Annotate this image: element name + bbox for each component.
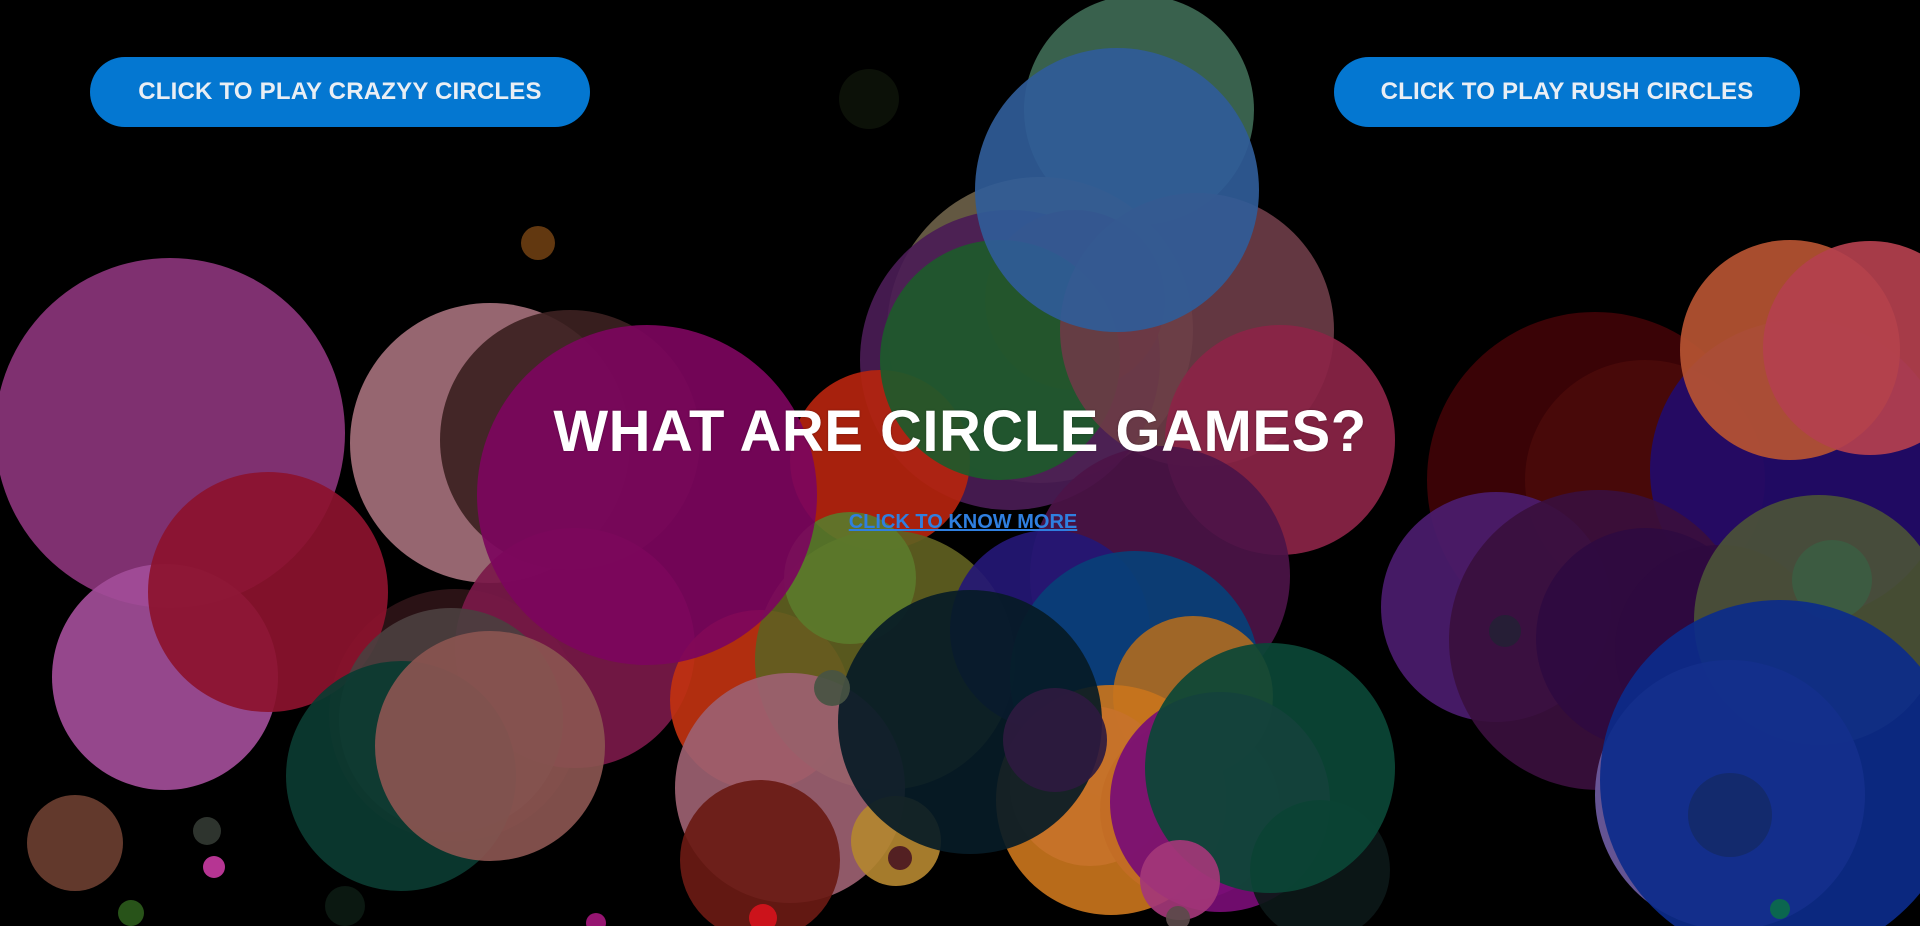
background-circle xyxy=(27,795,123,891)
background-circle xyxy=(1489,615,1521,647)
background-circle xyxy=(193,817,221,845)
play-rush-circles-button[interactable]: CLICK TO PLAY RUSH CIRCLES xyxy=(1334,57,1800,127)
know-more-link[interactable]: CLICK TO KNOW MORE xyxy=(849,511,1078,533)
background-circle xyxy=(477,325,817,665)
game-canvas: CLICK TO PLAY CRAZYY CIRCLES CLICK TO PL… xyxy=(0,0,1920,926)
background-circle xyxy=(325,886,365,926)
background-circle xyxy=(975,48,1259,332)
background-circle xyxy=(375,631,605,861)
background-circle xyxy=(839,69,899,129)
background-circle xyxy=(203,856,225,878)
know-more-container: CLICK TO KNOW MORE xyxy=(0,511,1920,534)
background-circle xyxy=(1770,899,1790,919)
background-circle xyxy=(1688,773,1772,857)
background-circle xyxy=(814,670,850,706)
play-crazyy-circles-button[interactable]: CLICK TO PLAY CRAZYY CIRCLES xyxy=(90,57,590,127)
page-title: WHAT ARE CIRCLE GAMES? xyxy=(553,399,1367,464)
background-circle xyxy=(888,846,912,870)
background-circle xyxy=(586,913,606,926)
background-circle xyxy=(521,226,555,260)
background-circle xyxy=(118,900,144,926)
background-circle xyxy=(1003,688,1107,792)
